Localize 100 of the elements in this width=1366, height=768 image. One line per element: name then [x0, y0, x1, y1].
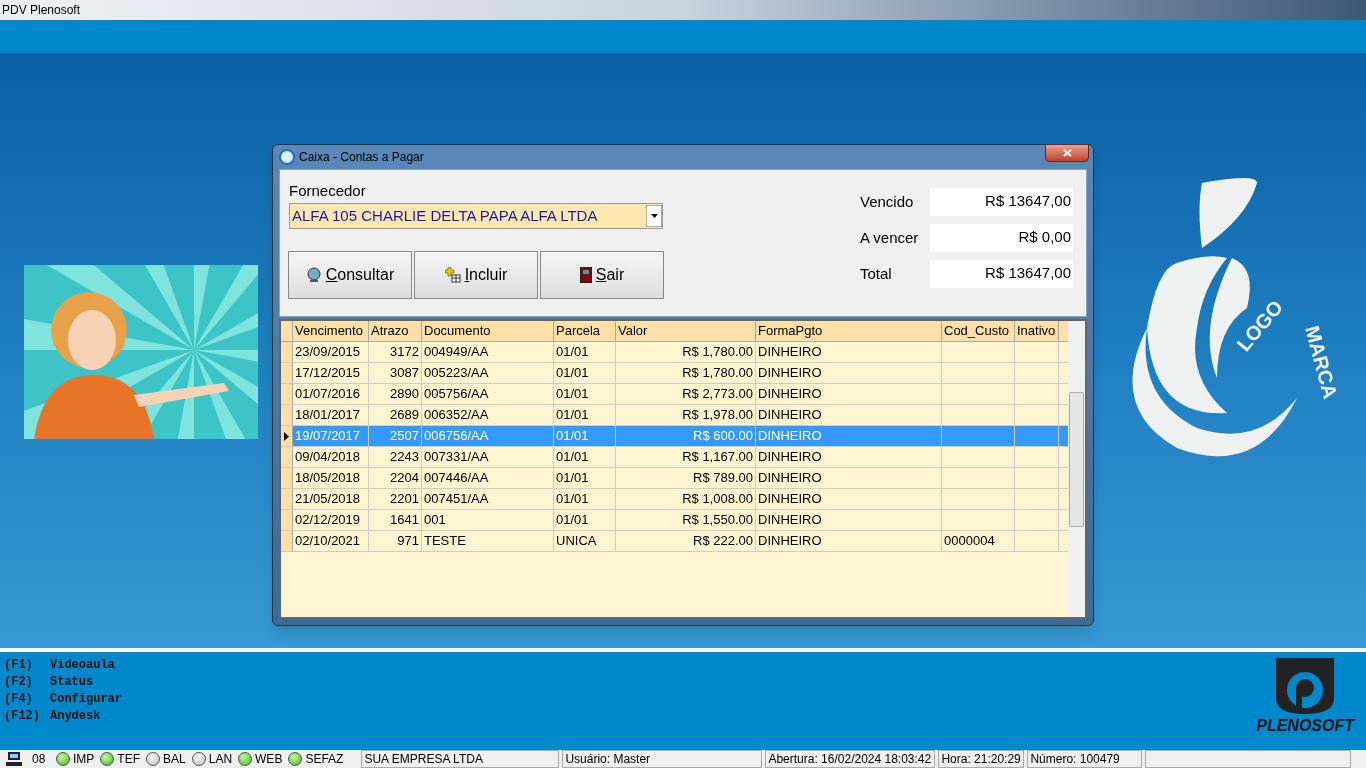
- table-cell: R$ 1,008.00: [616, 489, 756, 509]
- table-cell: 01/01: [554, 447, 616, 467]
- table-cell: 004949/AA: [422, 342, 554, 362]
- column-header[interactable]: Vencimento: [293, 321, 369, 341]
- brand-name: PLENOSOFT: [1256, 716, 1354, 736]
- table-cell: R$ 1,978.00: [616, 405, 756, 425]
- status-panel: Número: 100479: [1027, 750, 1143, 768]
- table-cell: DINHEIRO: [756, 384, 942, 404]
- shortcut-hint[interactable]: (F2) Status: [4, 674, 1366, 691]
- table-cell: 09/04/2018: [293, 447, 369, 467]
- table-cell: R$ 2,773.00: [616, 384, 756, 404]
- table-cell: 005223/AA: [422, 363, 554, 383]
- table-cell: 18/05/2018: [293, 468, 369, 488]
- action-button[interactable]: Consultar: [288, 251, 412, 299]
- column-header[interactable]: Atrazo: [369, 321, 422, 341]
- table-row[interactable]: 23/09/2015 3172 004949/AA 01/01 R$ 1,780.00 DINHEIRO: [281, 342, 1068, 363]
- supplier-dropdown[interactable]: ALFA 105 CHARLIE DELTA PAPA ALFA LTDA: [289, 203, 663, 229]
- terminal-number: 08: [32, 751, 47, 768]
- table-cell: TESTE: [422, 531, 554, 551]
- table-row[interactable]: 17/12/2015 3087 005223/AA 01/01 R$ 1,780.00 DINHEIRO: [281, 363, 1068, 384]
- total-label: Total: [860, 263, 893, 284]
- brand-logo-icon: [1276, 658, 1335, 714]
- total-value: R$ 13647,00: [930, 188, 1073, 216]
- row-indicator: [281, 510, 293, 530]
- table-row[interactable]: 01/07/2016 2890 005756/AA 01/01 R$ 2,773.00 DINHEIRO: [281, 384, 1068, 405]
- column-header[interactable]: Inativo: [1015, 321, 1059, 341]
- dropdown-arrow-icon: [650, 214, 658, 218]
- table-cell: 2204: [369, 468, 422, 488]
- table-row[interactable]: 09/04/2018 2243 007331/AA 01/01 R$ 1,167.00 DINHEIRO: [281, 447, 1068, 468]
- scrollbar[interactable]: [1068, 321, 1085, 617]
- computer-icon: [6, 752, 22, 766]
- app-icon: [279, 149, 295, 165]
- table-cell: DINHEIRO: [756, 468, 942, 488]
- close-icon: [1062, 149, 1072, 157]
- row-indicator: [281, 489, 293, 509]
- shortcut-hint[interactable]: (F4) Configurar: [4, 691, 1366, 708]
- column-header[interactable]: Valor: [616, 321, 756, 341]
- table-cell: R$ 1,167.00: [616, 447, 756, 467]
- table-cell: R$ 600.00: [616, 426, 756, 446]
- column-header[interactable]: Documento: [422, 321, 554, 341]
- table-cell: 3087: [369, 363, 422, 383]
- table-row[interactable]: 18/05/2018 2204 007446/AA 01/01 R$ 789.00 DINHEIRO: [281, 468, 1068, 489]
- column-header[interactable]: Parcela: [554, 321, 616, 341]
- shortcut-hint[interactable]: (F1) Videoaula: [4, 657, 1366, 674]
- table-cell: R$ 1,780.00: [616, 342, 756, 362]
- table-cell: 01/01: [554, 405, 616, 425]
- column-header[interactable]: FormaPgto: [756, 321, 942, 341]
- table-cell: 0000004: [942, 531, 1015, 551]
- table-cell: 02/12/2019: [293, 510, 369, 530]
- table-row[interactable]: 21/05/2018 2201 007451/AA 01/01 R$ 1,008.00 DINHEIRO: [281, 489, 1068, 510]
- row-indicator: [281, 468, 293, 488]
- table-cell: DINHEIRO: [756, 342, 942, 362]
- total-label: A vencer: [860, 227, 920, 248]
- action-button[interactable]: Incluir: [414, 251, 538, 299]
- table-cell: 21/05/2018: [293, 489, 369, 509]
- table-cell: DINHEIRO: [756, 405, 942, 425]
- table-cell: 01/07/2016: [293, 384, 369, 404]
- status-label: BAL: [163, 751, 186, 768]
- table-cell: 1641: [369, 510, 422, 530]
- action-button[interactable]: Sair: [540, 251, 664, 299]
- field-label: Fornecedor: [289, 181, 366, 201]
- status-label: LAN: [208, 751, 233, 768]
- status-panel: SUA EMPRESA LTDA: [361, 750, 560, 768]
- status-panel: Abertura: 16/02/2024 18:03:42: [765, 750, 936, 768]
- status-label: TEF: [117, 751, 140, 768]
- table-cell: 2243: [369, 447, 422, 467]
- table-cell: 007446/AA: [422, 468, 554, 488]
- table-cell: 01/01: [554, 426, 616, 446]
- app-title: PDV Plenosoft: [2, 2, 81, 19]
- table-cell: DINHEIRO: [756, 489, 942, 509]
- status-label: SEFAZ: [305, 751, 344, 768]
- table-cell: 2689: [369, 405, 422, 425]
- table-cell: 01/01: [554, 363, 616, 383]
- column-header[interactable]: Cod_Custo: [942, 321, 1015, 341]
- table-cell: DINHEIRO: [756, 531, 942, 551]
- table-cell: DINHEIRO: [756, 447, 942, 467]
- table-cell: 005756/AA: [422, 384, 554, 404]
- dialog-title: Caixa - Contas a Pagar: [299, 149, 424, 166]
- table-row[interactable]: 02/10/2021 971 TESTE UNICA R$ 222.00 DINHEIRO 0000004: [281, 531, 1068, 552]
- add-icon: [444, 267, 461, 283]
- table-cell: 01/01: [554, 342, 616, 362]
- total-value: R$ 13647,00: [930, 260, 1073, 288]
- row-pointer-icon: [284, 431, 289, 441]
- table-cell: 2890: [369, 384, 422, 404]
- table-cell: R$ 1,550.00: [616, 510, 756, 530]
- row-indicator: [281, 384, 293, 404]
- table-cell: R$ 1,780.00: [616, 363, 756, 383]
- row-indicator: [281, 405, 293, 425]
- table-row[interactable]: 02/12/2019 1641 001 01/01 R$ 1,550.00 DINHEIRO: [281, 510, 1068, 531]
- total-value: R$ 0,00: [930, 224, 1073, 252]
- table-cell: 2201: [369, 489, 422, 509]
- table-cell: 23/09/2015: [293, 342, 369, 362]
- table-cell: 007331/AA: [422, 447, 554, 467]
- table-cell: R$ 222.00: [616, 531, 756, 551]
- close-button[interactable]: [1045, 144, 1089, 162]
- table-cell: 971: [369, 531, 422, 551]
- table-cell: 3172: [369, 342, 422, 362]
- table-cell: 2507: [369, 426, 422, 446]
- row-indicator: [281, 531, 293, 551]
- status-panel: Usuário: Master: [562, 750, 763, 768]
